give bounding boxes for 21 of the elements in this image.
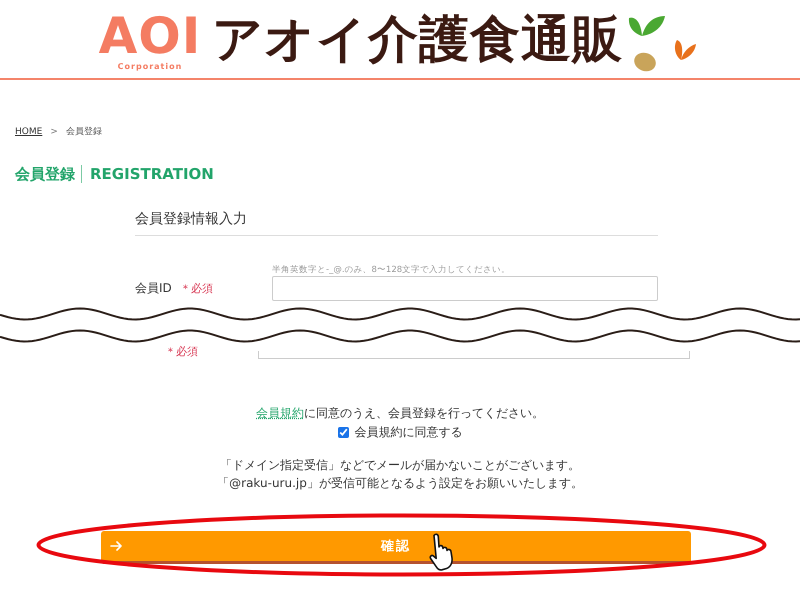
site-title: アオイ介護食通販 bbox=[212, 9, 623, 69]
input-field[interactable] bbox=[258, 351, 690, 359]
consent-label[interactable]: 会員規約に同意する bbox=[354, 424, 462, 440]
field-label: 会員ID bbox=[135, 280, 172, 297]
consent-checkbox[interactable] bbox=[338, 426, 348, 438]
arrow-right-icon bbox=[110, 541, 122, 551]
page-title: 会員登録 bbox=[15, 165, 75, 183]
required-mark: ＊必須 bbox=[180, 281, 213, 296]
logo-text: AOI bbox=[98, 10, 202, 62]
logo-subtext: Corporation bbox=[118, 62, 182, 72]
section-title: 会員登録情報入力 bbox=[135, 209, 658, 236]
breadcrumb-link[interactable]: HOME bbox=[15, 126, 42, 138]
required-mark: ＊必須 bbox=[165, 345, 198, 359]
field-hint: 半角英数字と-_@.のみ、8〜128文字で入力してください。 bbox=[272, 265, 512, 276]
notice-text: 「ドメイン指定受信」などでメールが届かないことがございます。 bbox=[220, 457, 580, 474]
page-subtitle: REGISTRATION bbox=[81, 165, 214, 183]
breadcrumb-current: 会員登録 bbox=[66, 126, 102, 138]
notice-text: 「@raku-uru.jp」が受信可能となるよう設定をお願いいたします。 bbox=[217, 475, 583, 492]
breadcrumb-separator: > bbox=[50, 126, 58, 138]
agreement-text: 会員規約に同意のうえ、会員登録を行ってください。 bbox=[255, 406, 545, 420]
input-field[interactable] bbox=[272, 276, 658, 301]
